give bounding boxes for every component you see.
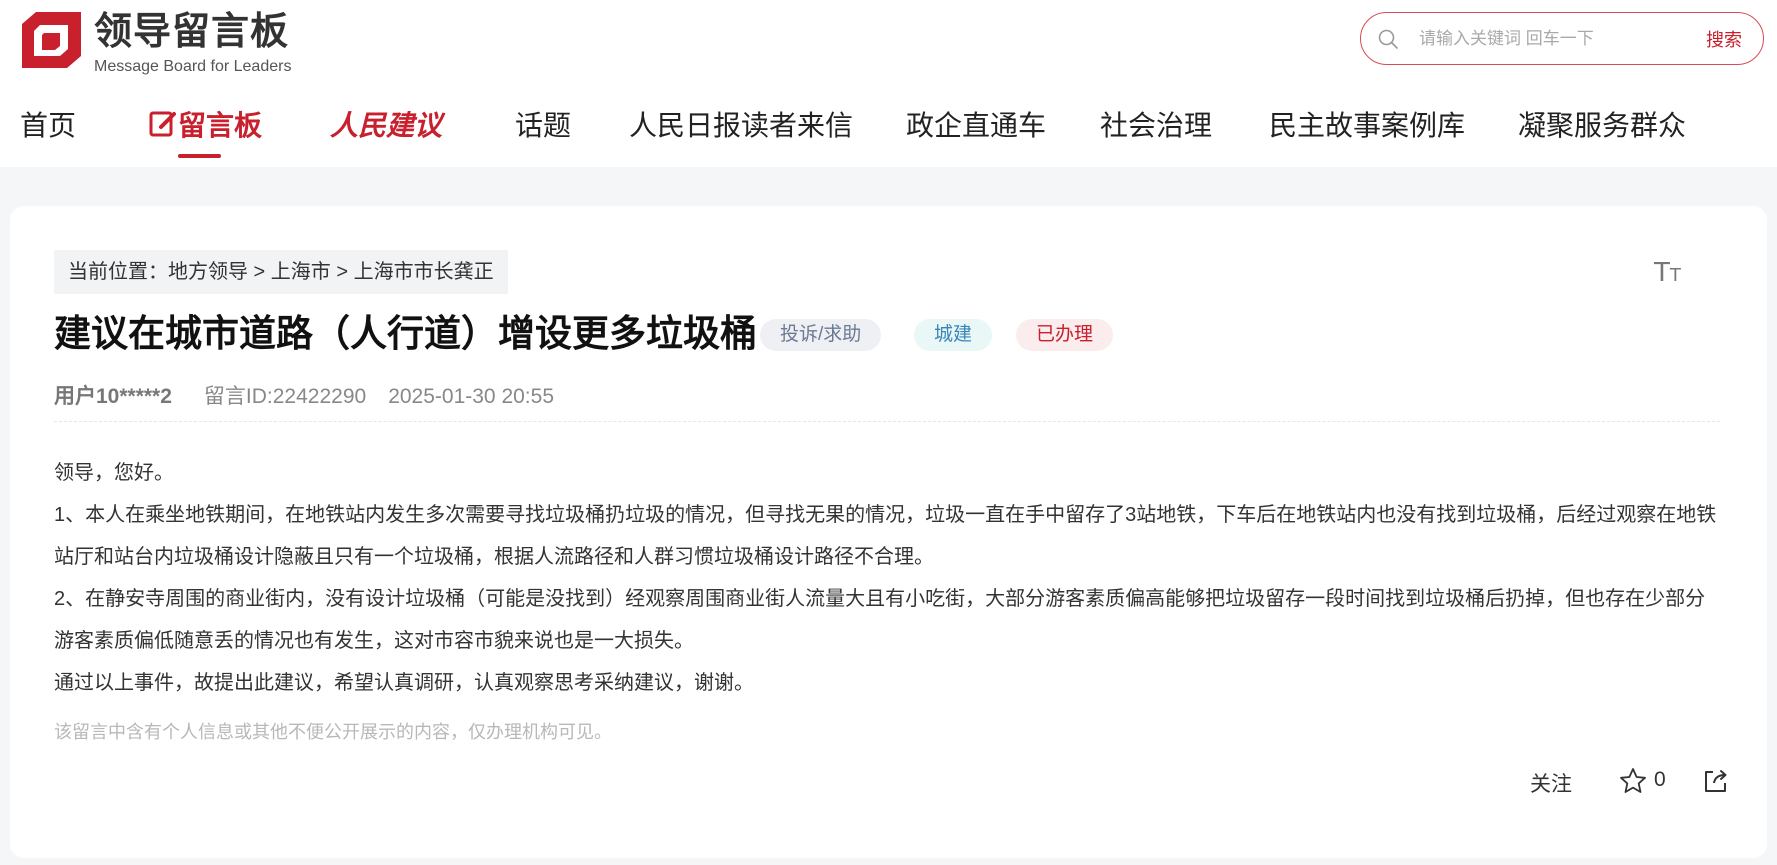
message-card: 当前位置：地方领导 > 上海市 > 上海市市长龚正 TT 建议在城市道路（人行道… xyxy=(10,206,1767,858)
post-meta: 用户10*****2 留言ID:22422290 2025-01-30 20:55 xyxy=(54,382,554,412)
content-paragraph: 2、在静安寺周围的商业街内，没有设计垃圾桶（可能是没找到）经观察周围商业街人流量… xyxy=(54,588,1706,652)
site-logo[interactable]: 领导留言板 Message Board for Leaders xyxy=(22,10,302,75)
content-paragraph: 领导，您好。 xyxy=(54,462,174,484)
search-icon xyxy=(1378,29,1398,49)
search-input[interactable] xyxy=(1419,25,1689,53)
post-content: 领导，您好。 1、本人在乘坐地铁期间，在地铁站内发生多次需要寻找垃圾桶扔垃圾的情… xyxy=(54,452,1724,704)
star-count: 0 xyxy=(1654,768,1666,791)
content-paragraph: 1、本人在乘坐地铁期间，在地铁站内发生多次需要寻找垃圾桶扔垃圾的情况，但寻找无果… xyxy=(54,504,1717,568)
star-icon[interactable] xyxy=(1618,766,1648,796)
status-badge: 已办理 xyxy=(1016,319,1114,351)
nav-item-democracy-cases[interactable]: 民主故事案例库 xyxy=(1269,108,1465,144)
post-author: 用户10*****2 xyxy=(54,385,172,408)
breadcrumb: 当前位置：地方领导 > 上海市 > 上海市市长龚正 xyxy=(54,250,508,294)
logo-title: 领导留言板 xyxy=(94,11,290,53)
post-title: 建议在城市道路（人行道）增设更多垃圾桶 xyxy=(54,313,757,354)
search-box: 搜索 xyxy=(1360,12,1764,65)
logo-subtitle: Message Board for Leaders xyxy=(94,58,292,75)
logo-mark-icon xyxy=(22,12,81,68)
message-id: 留言ID:22422290 xyxy=(203,385,367,408)
nav-item-people-suggestion[interactable]: 人民建议 xyxy=(330,108,442,144)
nav-item-home[interactable]: 首页 xyxy=(20,108,76,144)
nav-item-serve-masses[interactable]: 凝聚服务群众 xyxy=(1518,108,1686,144)
post-actions: 关注 0 xyxy=(1530,762,1730,802)
top-header: 领导留言板 Message Board for Leaders 搜索 首页 留言… xyxy=(0,0,1777,167)
active-tab-indicator xyxy=(178,154,221,158)
content-paragraph: 通过以上事件，故提出此建议，希望认真调研，认真观察思考采纳建议，谢谢。 xyxy=(54,672,754,694)
follow-button[interactable]: 关注 xyxy=(1530,768,1572,798)
nav-item-message-board[interactable]: 留言板 xyxy=(148,108,262,144)
edit-icon xyxy=(149,111,176,137)
tag-type: 投诉/求助 xyxy=(760,319,882,351)
search-button[interactable]: 搜索 xyxy=(1706,26,1742,52)
share-icon[interactable] xyxy=(1700,766,1730,796)
privacy-note: 该留言中含有个人信息或其他不便公开展示的内容，仅办理机构可见。 xyxy=(54,722,612,742)
nav-item-message-board-label: 留言板 xyxy=(178,110,263,141)
divider xyxy=(54,421,1720,422)
nav-item-readers-letters[interactable]: 人民日报读者来信 xyxy=(629,108,853,144)
main-nav: 首页 留言板 人民建议 话题 人民日报读者来信 政企直通车 社会治理 民主故事案… xyxy=(0,98,1777,160)
nav-item-social-governance[interactable]: 社会治理 xyxy=(1100,108,1212,144)
nav-item-topics[interactable]: 话题 xyxy=(515,108,571,144)
nav-item-gov-enterprise[interactable]: 政企直通车 xyxy=(906,108,1046,144)
post-datetime: 2025-01-30 20:55 xyxy=(388,385,554,408)
tag-category: 城建 xyxy=(914,319,993,351)
font-size-toggle-icon[interactable]: TT xyxy=(1654,258,1681,288)
